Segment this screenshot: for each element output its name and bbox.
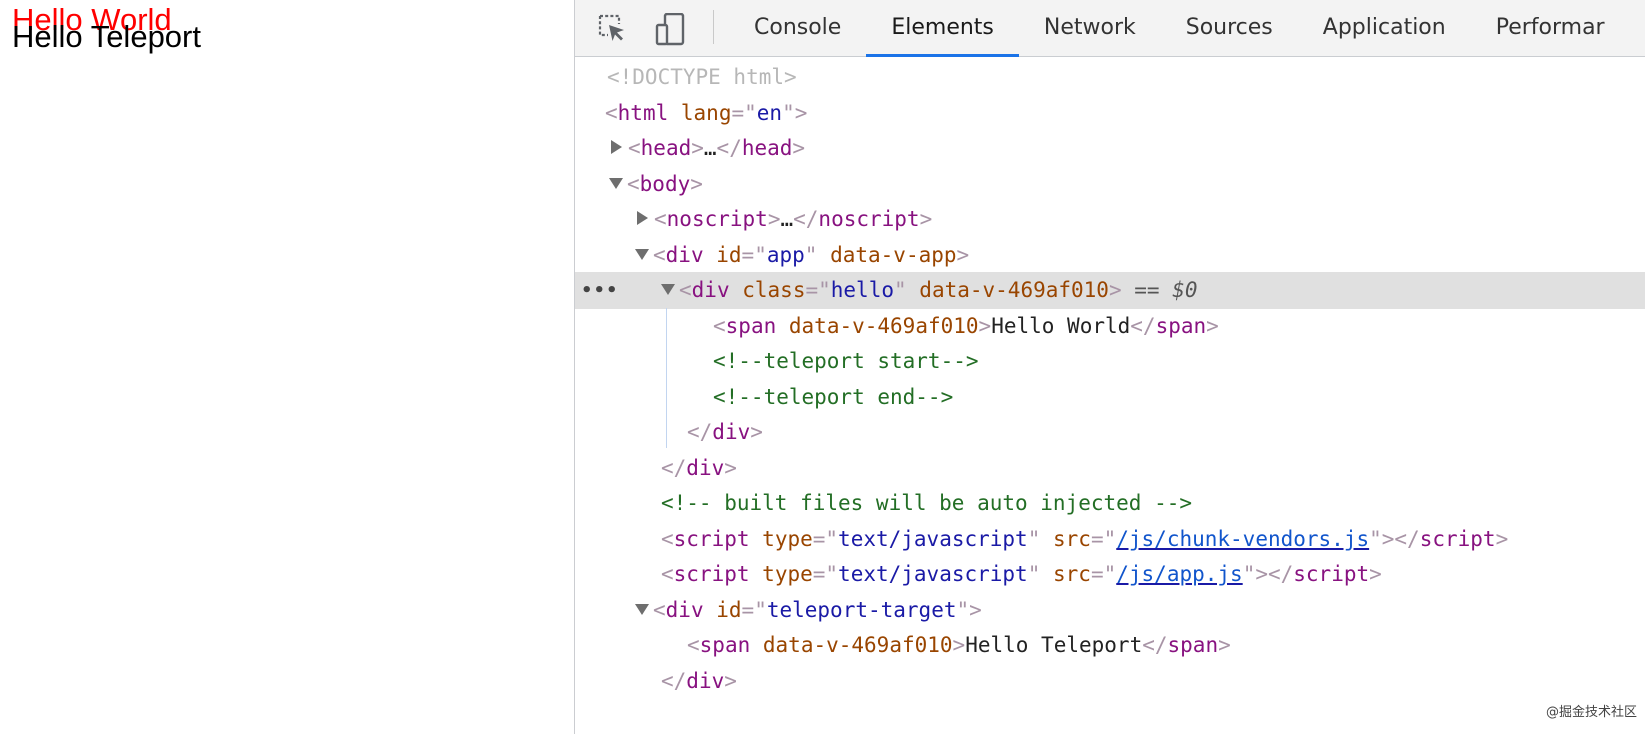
teleport-end-comment: <!--teleport end-->: [713, 385, 954, 409]
span-close-tag: span: [1155, 314, 1207, 338]
toolbar-separator: [713, 10, 714, 44]
tree-row-html[interactable]: <html lang="en">: [575, 95, 1645, 132]
page-viewport: Hello World Hello Teleport: [0, 0, 574, 734]
tree-row-hello-div-close[interactable]: </div>: [575, 414, 1645, 451]
div-tag: div: [665, 243, 704, 267]
tree-row-app-div[interactable]: <div id="app" data-v-app>: [575, 237, 1645, 274]
tree-row-doctype[interactable]: <!DOCTYPE html>: [575, 59, 1645, 96]
head-tag: head: [640, 136, 692, 160]
tab-application[interactable]: Application: [1298, 0, 1471, 56]
tab-sources[interactable]: Sources: [1161, 0, 1298, 56]
collapsed-ellipsis: …: [780, 207, 794, 231]
devtools-toolbar: Console Elements Network Sources Application…: [575, 0, 1645, 57]
tree-row-script-vendors[interactable]: <script type="text/javascript" src="/js/…: [575, 521, 1645, 558]
script-tag: script: [673, 527, 750, 551]
collapse-arrow-icon[interactable]: [635, 603, 649, 615]
devtools-panel: Console Elements Network Sources Application…: [574, 0, 1645, 734]
src-attr: src: [1053, 527, 1091, 551]
type-attr: type: [762, 527, 813, 551]
device-toolbar-icon[interactable]: [655, 12, 685, 46]
teleport-start-comment: <!--teleport start-->: [713, 349, 979, 373]
hello-teleport-text: Hello Teleport: [12, 19, 201, 54]
span-text-node: Hello World: [991, 314, 1131, 338]
app-js-link[interactable]: /js/app.js: [1116, 562, 1242, 586]
tree-indent-guide: [666, 308, 667, 448]
selected-node-marker: == $0: [1134, 278, 1198, 302]
html-tag: html: [617, 101, 669, 125]
div-tag: div: [691, 278, 730, 302]
tab-performance[interactable]: Performar: [1471, 0, 1630, 56]
class-value: hello: [830, 278, 894, 302]
devtools-tabs: Console Elements Network Sources Application…: [729, 0, 1630, 57]
chunk-vendors-link[interactable]: /js/chunk-vendors.js: [1116, 527, 1369, 551]
inspect-element-icon[interactable]: [597, 13, 627, 43]
collapsed-ellipsis: …: [703, 136, 717, 160]
tree-row-body[interactable]: <body>: [575, 166, 1645, 203]
span-tag: span: [699, 633, 751, 657]
expand-arrow-icon[interactable]: [611, 140, 622, 154]
tree-row-teleport-end[interactable]: <!--teleport end-->: [575, 379, 1645, 416]
scope-attr: data-v-469af010: [919, 278, 1109, 302]
id-attr: id: [716, 598, 742, 622]
type-value: text/javascript: [838, 562, 1028, 586]
teleport-span-text-node: Hello Teleport: [965, 633, 1143, 657]
scope-attr: data-v-469af010: [788, 314, 979, 338]
expand-arrow-icon[interactable]: [637, 211, 648, 225]
div-tag: div: [665, 598, 704, 622]
body-tag: body: [639, 172, 691, 196]
tree-row-noscript[interactable]: <noscript>…</noscript>: [575, 201, 1645, 238]
noscript-close-tag: noscript: [818, 207, 920, 231]
span-tag: span: [725, 314, 777, 338]
tab-elements[interactable]: Elements: [866, 0, 1019, 57]
collapse-arrow-icon[interactable]: [661, 283, 675, 295]
script-close-tag: script: [1293, 562, 1370, 586]
tab-console[interactable]: Console: [729, 0, 866, 56]
watermark-text: @掘金技术社区: [1545, 705, 1637, 720]
div-close-tag: div: [712, 420, 751, 444]
teleport-target-id-value: teleport-target: [766, 598, 957, 622]
scope-attr: data-v-469af010: [762, 633, 953, 657]
elements-tree: <!DOCTYPE html> <html lang="en"> <head>……: [575, 56, 1645, 734]
collapse-arrow-icon[interactable]: [609, 177, 623, 189]
noscript-tag: noscript: [666, 207, 768, 231]
data-v-app-attr: data-v-app: [830, 243, 957, 267]
type-value: text/javascript: [838, 527, 1028, 551]
tree-row-teleport-start[interactable]: <!--teleport start-->: [575, 343, 1645, 380]
div-close-tag: div: [686, 456, 725, 480]
script-close-tag: script: [1419, 527, 1496, 551]
id-value: app: [766, 243, 805, 267]
tree-row-head[interactable]: <head>…</head>: [575, 130, 1645, 167]
id-attr: id: [716, 243, 742, 267]
doctype-node: <!DOCTYPE html>: [607, 65, 797, 89]
html-lang-value: en: [756, 101, 783, 125]
collapse-arrow-icon[interactable]: [635, 248, 649, 260]
tree-row-app-div-close[interactable]: </div>: [575, 450, 1645, 487]
tree-row-teleport-target[interactable]: <div id="teleport-target">: [575, 592, 1645, 629]
tab-network[interactable]: Network: [1019, 0, 1161, 56]
tree-row-hello-div-selected[interactable]: ••• <div class="hello" data-v-469af010> …: [575, 272, 1645, 309]
src-attr: src: [1053, 562, 1091, 586]
head-close-tag: head: [741, 136, 793, 160]
class-attr: class: [742, 278, 806, 302]
span-close-tag: span: [1167, 633, 1219, 657]
tree-row-script-app[interactable]: <script type="text/javascript" src="/js/…: [575, 556, 1645, 593]
more-options-icon[interactable]: •••: [581, 272, 619, 309]
built-files-comment: <!-- built files will be auto injected -…: [661, 491, 1193, 515]
tree-row-hello-span[interactable]: <span data-v-469af010>Hello World</span>: [575, 308, 1645, 345]
html-lang-attr: lang: [680, 101, 732, 125]
tree-row-built-comment[interactable]: <!-- built files will be auto injected -…: [575, 485, 1645, 522]
tree-row-teleport-target-close[interactable]: </div>: [575, 663, 1645, 700]
tree-row-teleport-span[interactable]: <span data-v-469af010>Hello Teleport</sp…: [575, 627, 1645, 664]
type-attr: type: [762, 562, 813, 586]
script-tag: script: [673, 562, 750, 586]
div-close-tag: div: [686, 669, 725, 693]
